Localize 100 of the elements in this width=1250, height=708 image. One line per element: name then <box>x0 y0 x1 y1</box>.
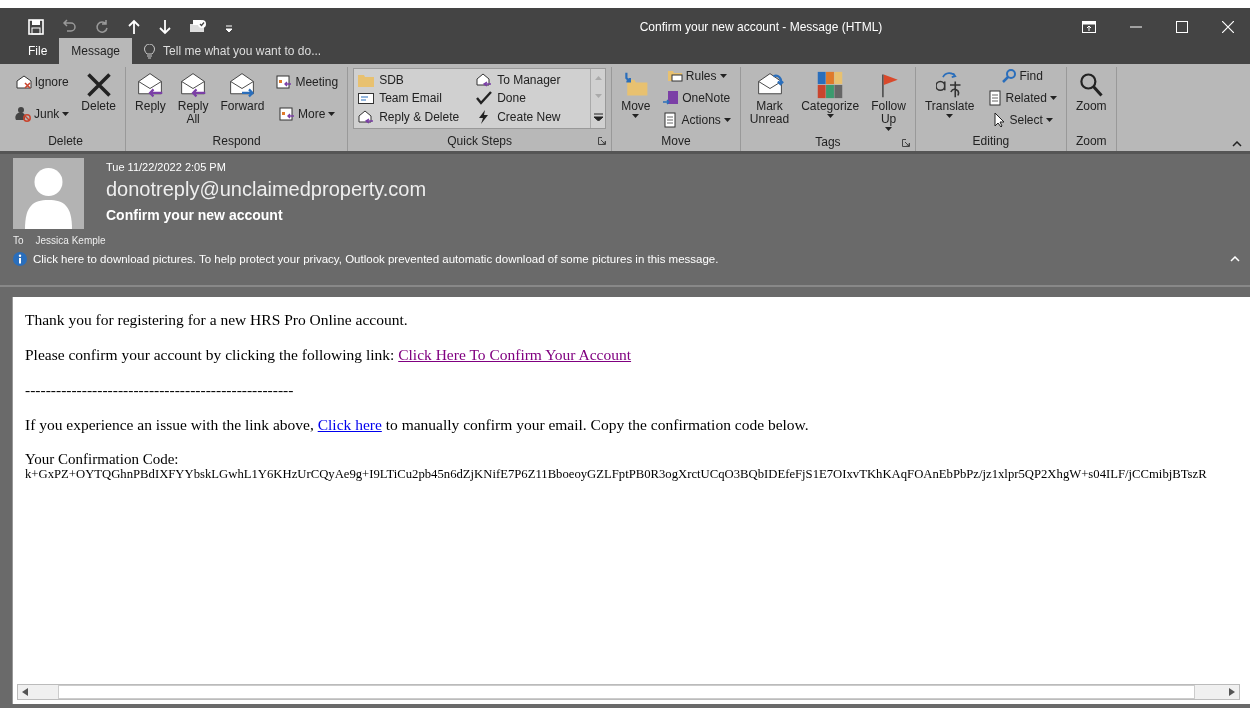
confirm-link[interactable]: Click here <box>317 416 382 433</box>
download-pictures-notice[interactable]: Click here to download pictures. To help protect your privacy, Outlook prevented automatic download of some pictures in this message. <box>33 253 719 265</box>
recipient-name[interactable]: Jessica Kemple <box>35 235 106 246</box>
card-icon <box>358 91 375 106</box>
ribbon-button[interactable]: Reply All <box>175 69 211 126</box>
caret-icon <box>62 112 70 117</box>
expand-gallery-icon[interactable] <box>593 112 603 121</box>
message-paragraph: ---------------------------------------------------- <box>25 381 295 399</box>
ribbon-button[interactable]: Select <box>988 111 1055 128</box>
quick-step-item[interactable]: Team Email <box>358 91 469 106</box>
gallery-scrollbar[interactable] <box>590 69 606 128</box>
forward-icon <box>228 71 257 99</box>
quick-step-item[interactable]: SDB <box>358 73 469 88</box>
ribbon-tab[interactable]: Message <box>59 38 133 64</box>
caret-icon <box>1045 117 1053 122</box>
quick-step-item[interactable]: Create New <box>476 109 587 124</box>
envelope-icon <box>476 73 493 88</box>
envelope-icon <box>358 109 375 124</box>
down-arrow-icon[interactable] <box>158 19 172 35</box>
message-paragraph: Please confirm your account by clicking the following link: Click Here To Confirm Your Account <box>25 346 633 364</box>
color-grid-icon <box>816 71 845 99</box>
group-label: Editing <box>972 134 1010 148</box>
dialog-launcher-icon[interactable] <box>901 139 910 147</box>
save-icon[interactable] <box>28 19 44 35</box>
search-icon <box>1000 68 1017 85</box>
translate-icon <box>935 71 964 99</box>
caret-icon <box>719 74 727 79</box>
info-icon <box>13 252 27 266</box>
caret-icon <box>632 114 640 118</box>
rules-icon <box>666 68 683 85</box>
caret-icon <box>328 112 336 117</box>
group-label: Respond <box>212 134 261 148</box>
zoom-icon <box>1077 71 1106 99</box>
ribbon-button[interactable]: Actions <box>660 111 733 128</box>
caret-icon <box>946 114 954 118</box>
ribbon-button[interactable]: Related <box>984 90 1059 106</box>
ribbon-button[interactable]: Meeting <box>274 73 341 90</box>
group-label: Quick Steps <box>447 134 512 148</box>
maximize-icon[interactable] <box>1176 21 1188 33</box>
confirmation-code: k+GxPZ+OYTQGhnPBdIXFYYbskLGwhL1Y6KHzUrCQyAe9g+I9LTiCu2pb45n6dZjKNifE7P6Z11BboeoyGZLFptPB0R3ogXrctUCqO3BQbIDEfeFjS1E7OIxvTKhKAqFOAnEbPbPz/jz1xlpr5QP2XhgW+s04ILF/jCCmibjBTszR <box>25 467 1208 482</box>
sender-address: donotreply@unclaimedproperty.com <box>106 177 427 201</box>
ribbon-button[interactable]: Zoom <box>1073 69 1109 113</box>
ribbon-tab[interactable]: File <box>16 38 60 64</box>
ribbon-button[interactable]: Move <box>619 69 653 118</box>
caret-icon <box>885 127 893 131</box>
ribbon-button[interactable]: Translate <box>922 69 977 118</box>
caret-icon <box>826 114 834 118</box>
quick-step-item[interactable]: Reply & Delete <box>358 109 469 124</box>
check-icon <box>476 91 493 106</box>
ribbon-button[interactable]: Junk <box>13 106 72 123</box>
ribbon-button[interactable]: Ignore <box>13 73 71 90</box>
printer-icon[interactable] <box>189 19 207 35</box>
group-label: Delete <box>48 134 83 148</box>
avatar-icon <box>13 158 84 229</box>
ribbon-button[interactable]: Forward <box>218 69 267 113</box>
ribbon-button[interactable]: Reply <box>133 69 168 113</box>
tell-me-field[interactable]: Tell me what you want to do... <box>161 43 366 59</box>
ribbon-display-icon[interactable] <box>1082 21 1096 33</box>
code-label: Your Confirmation Code: <box>25 451 180 467</box>
close-icon[interactable] <box>1222 21 1234 33</box>
caret-icon <box>1049 96 1057 100</box>
delete-icon <box>84 71 113 99</box>
window-title: Confirm your new account - Message (HTML) <box>638 20 884 34</box>
group-label: Move <box>661 134 691 148</box>
message-paragraph: If you experience an issue with the link above, Click here to manually confirm your email. Copy the confirmation code below. <box>25 416 810 434</box>
scroll-left-icon[interactable] <box>22 688 28 696</box>
document-icon <box>986 90 1003 106</box>
reply-all-icon <box>179 71 208 99</box>
ribbon-button[interactable]: Follow Up <box>869 69 908 131</box>
message-paragraph: Thank you for registering for a new HRS Pro Online account. <box>25 311 409 329</box>
ribbon-button[interactable]: OneNote <box>661 90 733 106</box>
notebook-icon <box>663 90 680 106</box>
reply-icon <box>136 71 165 99</box>
ribbon-button[interactable]: Rules <box>664 68 729 85</box>
collapse-header-icon[interactable] <box>1230 256 1240 262</box>
horizontal-scrollbar[interactable] <box>17 684 1240 700</box>
ribbon-button[interactable]: More <box>277 106 338 123</box>
message-subject: Confirm your new account <box>106 206 284 223</box>
group-label: Tags <box>815 135 841 149</box>
redo-icon[interactable] <box>94 19 110 35</box>
ribbon-button[interactable]: Mark Unread <box>747 69 792 126</box>
person-block-icon <box>15 106 31 123</box>
to-label: To <box>13 235 24 246</box>
folder-icon <box>358 73 375 88</box>
ignore-icon <box>15 73 32 90</box>
scroll-right-icon[interactable] <box>1229 688 1235 696</box>
confirm-link[interactable]: Click Here To Confirm Your Account <box>398 346 632 363</box>
dialog-launcher-icon[interactable] <box>598 137 607 145</box>
quick-step-item[interactable]: Done <box>476 91 587 106</box>
ribbon-button[interactable]: Delete <box>79 69 119 113</box>
calendar-icon <box>276 73 293 90</box>
quick-step-item[interactable]: To Manager <box>476 73 587 88</box>
ribbon-button[interactable]: Find <box>998 68 1045 85</box>
up-arrow-icon[interactable] <box>127 19 141 35</box>
ribbon-button[interactable]: Categorize <box>799 69 862 118</box>
lightbulb-icon <box>144 43 156 59</box>
undo-icon[interactable] <box>61 19 77 35</box>
collapse-ribbon-icon[interactable] <box>1232 141 1242 147</box>
clipboard-icon <box>662 111 679 128</box>
sent-date: Tue 11/22/2022 2:05 PM <box>106 160 227 173</box>
